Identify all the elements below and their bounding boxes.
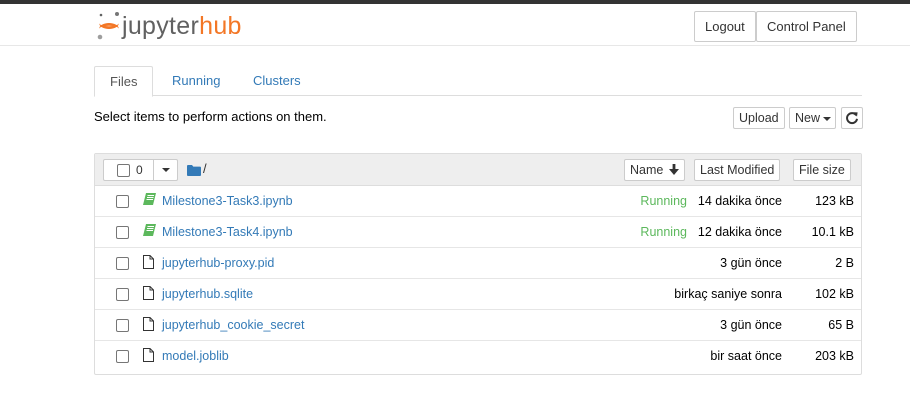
row-checkbox[interactable]	[116, 288, 129, 301]
sort-name-label: Name	[630, 163, 664, 177]
tab-bar: Files Running Clusters	[94, 66, 862, 97]
last-modified: bir saat önce	[710, 349, 782, 363]
row-checkbox[interactable]	[116, 195, 129, 208]
file-name-link[interactable]: Milestone3-Task3.ipynb	[162, 194, 293, 208]
selected-count: 0	[136, 163, 143, 177]
row-checkbox[interactable]	[116, 350, 129, 363]
notebook-icon	[143, 193, 156, 205]
file-icon	[143, 286, 154, 300]
logout-button[interactable]: Logout	[694, 11, 756, 42]
divider	[153, 160, 154, 180]
list-header: 0 / Name Last Modified File size	[95, 154, 861, 186]
last-modified: 12 dakika önce	[697, 225, 782, 239]
file-name-link[interactable]: Milestone3-Task4.ipynb	[162, 225, 293, 239]
table-row[interactable]: jupyterhub-proxy.pid 3 gün önce 2 B	[95, 248, 861, 279]
table-row[interactable]: model.joblib bir saat önce 203 kB	[95, 341, 861, 372]
file-size: 65 B	[828, 318, 854, 332]
file-size: 10.1 kB	[811, 225, 854, 239]
file-size: 203 kB	[815, 349, 854, 363]
file-name-link[interactable]: jupyterhub-proxy.pid	[162, 256, 274, 270]
refresh-button[interactable]	[841, 107, 863, 129]
tab-running[interactable]: Running	[157, 66, 235, 96]
folder-icon[interactable]	[187, 165, 201, 176]
notebook-icon	[143, 224, 156, 236]
row-checkbox[interactable]	[116, 226, 129, 239]
refresh-icon	[846, 112, 858, 125]
file-size: 123 kB	[815, 194, 854, 208]
tab-clusters[interactable]: Clusters	[238, 66, 316, 96]
chevron-down-icon	[823, 116, 832, 121]
breadcrumb-root[interactable]: /	[203, 161, 207, 176]
table-row[interactable]: Milestone3-Task3.ipynb Running 14 dakika…	[95, 186, 861, 217]
jupyterhub-logo[interactable]: jupyterhub	[96, 10, 242, 42]
new-button-label: New	[795, 111, 821, 125]
select-all-dropdown[interactable]: 0	[103, 159, 178, 181]
row-checkbox[interactable]	[116, 319, 129, 332]
file-name-link[interactable]: jupyterhub.sqlite	[162, 287, 253, 301]
running-indicator: Running	[640, 225, 687, 239]
arrow-down-icon	[668, 164, 679, 175]
table-row[interactable]: jupyterhub.sqlite birkaç saniye sonra 10…	[95, 279, 861, 310]
last-modified: birkaç saniye sonra	[674, 287, 782, 301]
table-row[interactable]: Milestone3-Task4.ipynb Running 12 dakika…	[95, 217, 861, 248]
sort-by-modified-button[interactable]: Last Modified	[694, 159, 781, 181]
sort-by-name-button[interactable]: Name	[624, 159, 685, 181]
file-icon	[143, 317, 154, 331]
select-all-checkbox[interactable]	[117, 164, 130, 177]
running-indicator: Running	[640, 194, 687, 208]
upload-button[interactable]: Upload	[733, 107, 785, 129]
header: jupyterhub Logout Control Panel	[0, 4, 910, 46]
table-row[interactable]: jupyterhub_cookie_secret 3 gün önce 65 B	[95, 310, 861, 341]
logo-text: jupyterhub	[122, 12, 242, 40]
new-dropdown-button[interactable]: New	[789, 107, 837, 129]
file-list: 0 / Name Last Modified File size Milesto…	[94, 153, 862, 375]
last-modified: 14 dakika önce	[697, 194, 782, 208]
instructions-text: Select items to perform actions on them.	[94, 109, 327, 124]
file-icon	[143, 255, 154, 269]
file-name-link[interactable]: model.joblib	[162, 349, 229, 363]
file-name-link[interactable]: jupyterhub_cookie_secret	[162, 318, 304, 332]
control-panel-button[interactable]: Control Panel	[756, 11, 857, 42]
last-modified: 3 gün önce	[720, 256, 782, 270]
last-modified: 3 gün önce	[720, 318, 782, 332]
row-checkbox[interactable]	[116, 257, 129, 270]
file-icon	[143, 348, 154, 362]
file-size: 102 kB	[815, 287, 854, 301]
chevron-down-icon[interactable]	[162, 168, 170, 172]
sort-by-size-button[interactable]: File size	[793, 159, 851, 181]
file-size: 2 B	[835, 256, 854, 270]
tab-files[interactable]: Files	[94, 66, 154, 97]
jupyter-logo-icon	[97, 12, 119, 40]
